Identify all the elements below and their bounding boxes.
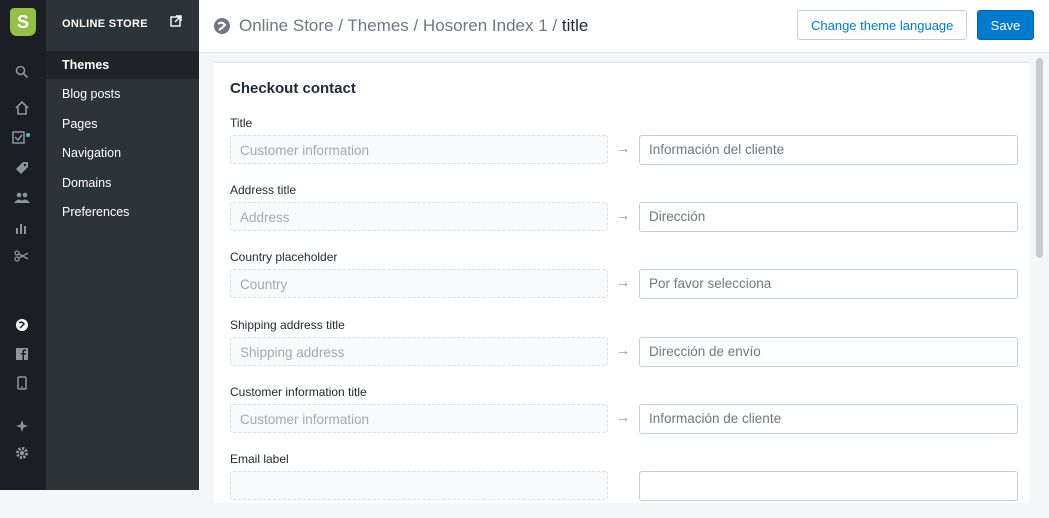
source-text: Country [230, 269, 608, 298]
translation-input[interactable]: Dirección de envío [639, 337, 1018, 367]
search-icon[interactable] [12, 62, 32, 82]
translation-input[interactable] [639, 471, 1018, 501]
online-store-icon [213, 17, 231, 40]
products-icon[interactable] [12, 158, 32, 178]
translation-input[interactable]: Información de cliente [639, 404, 1018, 434]
external-link-icon[interactable] [170, 14, 182, 32]
sidebar-item-domains[interactable]: Domains [46, 169, 199, 197]
translation-input[interactable]: Información del cliente [639, 135, 1018, 165]
breadcrumb: Online Store / Themes / Hosoren Index 1 … [239, 16, 588, 36]
field-label: Email label [230, 452, 289, 466]
discounts-icon[interactable] [12, 246, 32, 266]
source-text: Customer information [230, 404, 608, 433]
online-store-icon[interactable] [12, 315, 32, 335]
arrow-right-icon: → [616, 342, 630, 358]
arrow-right-icon: → [616, 207, 630, 223]
sidebar-item-pages[interactable]: Pages [46, 110, 199, 138]
field-label: Customer information title [230, 385, 367, 399]
sidebar-header: ONLINE STORE [62, 18, 148, 30]
breadcrumb-path[interactable]: Online Store / Themes / Hosoren Index 1 … [239, 16, 562, 35]
translation-field-address-title: Address title Address → Dirección [230, 183, 1030, 249]
arrow-right-icon: → [616, 140, 630, 156]
source-text: Shipping address [230, 337, 608, 366]
translation-input[interactable]: Dirección [639, 202, 1018, 232]
main-content: Online Store / Themes / Hosoren Index 1 … [199, 0, 1049, 503]
settings-icon[interactable] [12, 443, 32, 463]
sidebar-item-navigation[interactable]: Navigation [46, 139, 199, 167]
facebook-icon[interactable] [12, 344, 32, 364]
scrollbar-thumb[interactable] [1036, 58, 1043, 258]
translation-field-customer-information-title: Customer information title Customer info… [230, 385, 1030, 451]
breadcrumb-current: title [561, 16, 589, 35]
translation-input[interactable]: Por favor selecciona [639, 269, 1018, 299]
app-icon-bar: S [0, 0, 46, 490]
field-label: Address title [230, 183, 297, 197]
source-text: Customer information [230, 135, 608, 164]
pos-icon[interactable] [12, 373, 32, 393]
sidebar-item-blog-posts[interactable]: Blog posts [46, 80, 199, 108]
arrow-right-icon: → [616, 274, 630, 290]
analytics-icon[interactable] [12, 218, 32, 238]
customers-icon[interactable] [12, 188, 32, 208]
translation-field-title: Title Customer information → Información… [230, 116, 1030, 182]
shopify-logo[interactable]: S [10, 8, 36, 36]
change-theme-language-button[interactable]: Change theme language [797, 10, 968, 40]
sidebar-item-preferences[interactable]: Preferences [46, 198, 199, 226]
source-text [230, 471, 608, 500]
translation-field-shipping-address-title: Shipping address title Shipping address … [230, 318, 1030, 384]
sidebar-item-themes[interactable]: Themes [46, 51, 199, 79]
source-text: Address [230, 202, 608, 231]
arrow-right-icon: → [616, 409, 630, 425]
orders-icon[interactable] [12, 128, 32, 148]
save-button[interactable]: Save [977, 10, 1034, 40]
page-scrollbar[interactable] [1036, 52, 1044, 490]
translation-field-email-label: Email label [230, 452, 1030, 518]
top-bar: Online Store / Themes / Hosoren Index 1 … [199, 0, 1049, 53]
apps-icon[interactable] [12, 416, 32, 436]
field-label: Country placeholder [230, 250, 338, 264]
online-store-sidebar: ONLINE STORE Themes Blog posts Pages Nav… [46, 0, 199, 490]
field-label: Shipping address title [230, 318, 345, 332]
translation-field-country-placeholder: Country placeholder Country → Por favor … [230, 250, 1030, 316]
field-label: Title [230, 116, 253, 130]
home-icon[interactable] [12, 98, 32, 118]
checkout-contact-card: Checkout contact Title Customer informat… [214, 62, 1029, 503]
section-title: Checkout contact [230, 80, 356, 97]
